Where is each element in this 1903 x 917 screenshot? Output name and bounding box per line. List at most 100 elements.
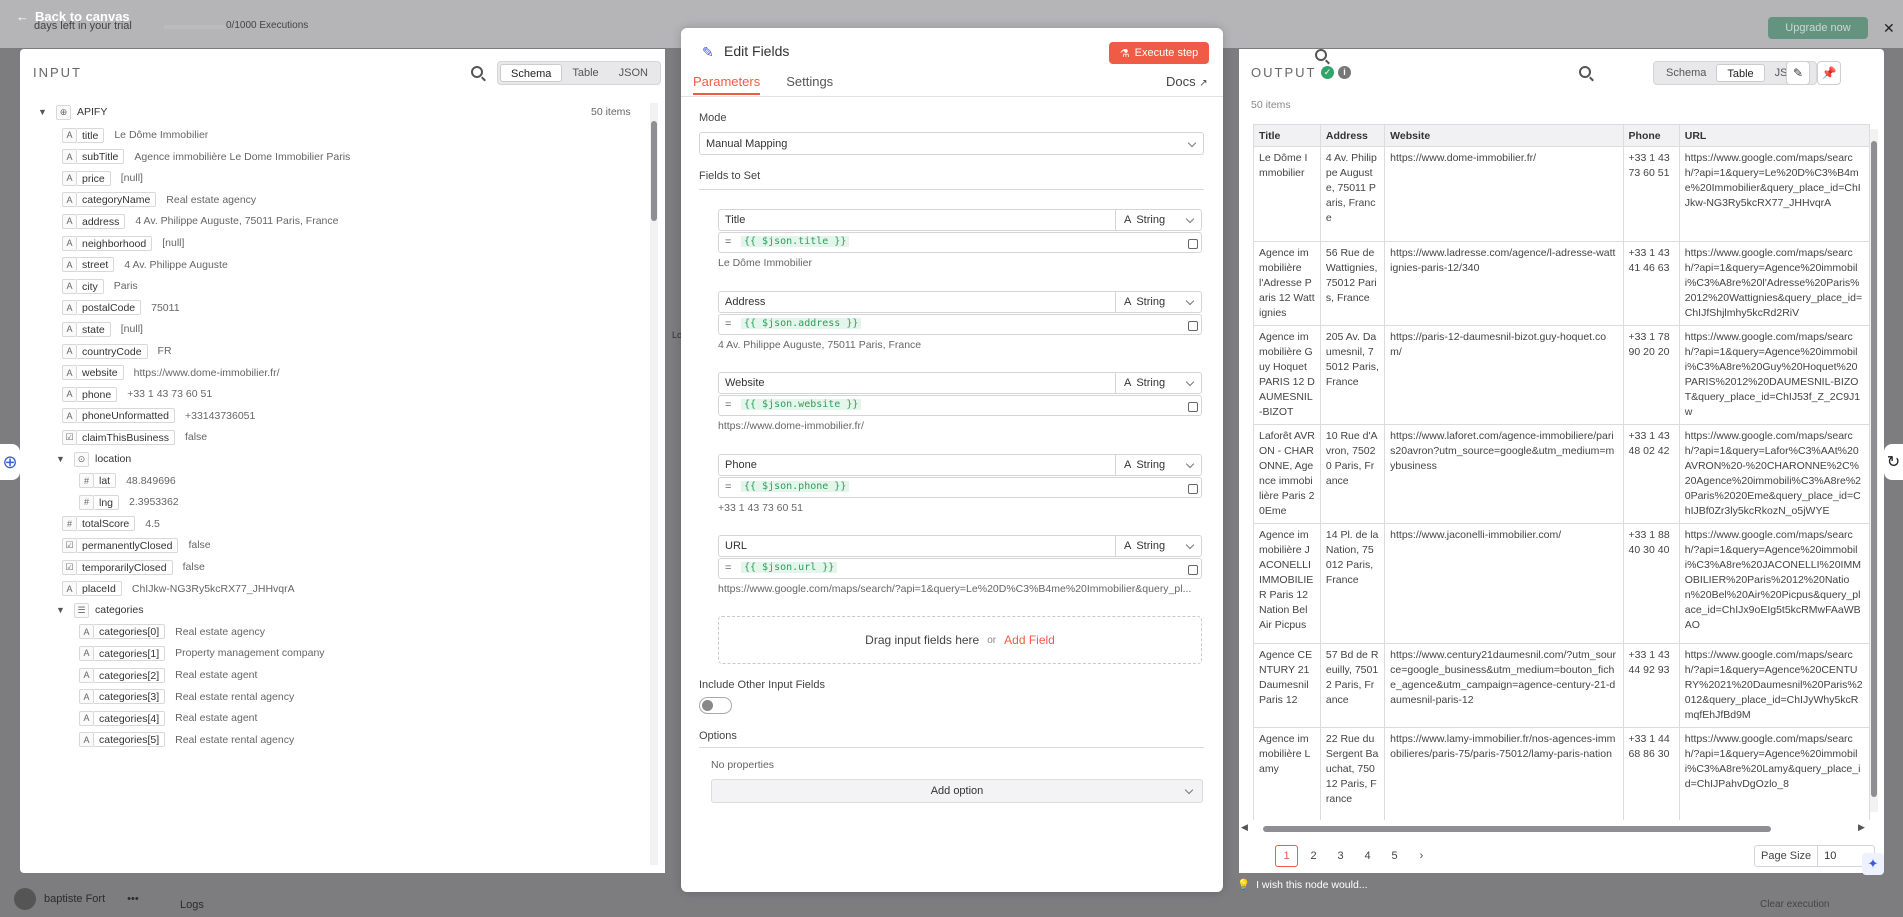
tree-row[interactable]: ☑ permanentlyClosed false (62, 536, 211, 554)
table-cell[interactable]: 14 Pl. de la Nation, 75012 Paris, France (1319, 523, 1386, 644)
table-cell[interactable]: https://www.google.com/maps/search/?api=… (1678, 523, 1870, 644)
table-cell[interactable]: https://www.google.com/maps/search/?api=… (1678, 241, 1870, 326)
field-key[interactable]: categories[3] (94, 689, 166, 705)
expand-icon[interactable] (1188, 565, 1198, 575)
field-key[interactable]: phone (77, 386, 118, 402)
tree-row[interactable]: AcountryCode FR (62, 342, 172, 360)
field-key[interactable]: price (77, 170, 111, 186)
tree-row[interactable]: ApostalCode 75011 (62, 299, 180, 317)
docs-link[interactable]: Docs ↗ (1166, 74, 1208, 89)
tree-root[interactable]: ▼ ⊕ APIFY (38, 103, 107, 121)
output-tab-schema[interactable]: Schema (1656, 64, 1716, 82)
tree-row[interactable]: Aprice [null] (62, 169, 143, 187)
tree-group[interactable]: ▼ ⊙ location (56, 450, 136, 468)
tab-settings[interactable]: Settings (786, 74, 833, 95)
tree-row[interactable]: # totalScore 4.5 (62, 515, 160, 533)
table-cell[interactable]: Agence immobilière Guy Hoquet PARIS 12 D… (1253, 325, 1321, 425)
scrollbar-thumb[interactable] (1871, 141, 1877, 797)
tree-row[interactable]: Acategories[2] Real estate agent (79, 666, 257, 684)
field-name-input[interactable]: Address (718, 290, 1116, 313)
field-key[interactable]: categories[4] (94, 710, 166, 726)
page-button[interactable]: 1 (1275, 845, 1298, 867)
tree-row[interactable]: # lng 2.3953362 (79, 493, 179, 511)
tree-row[interactable]: Acategories[1] Property management compan… (79, 644, 325, 662)
column-header[interactable]: Website (1384, 124, 1624, 147)
table-cell[interactable]: 4 Av. Philippe Auguste, 75011 Paris, Fra… (1319, 146, 1386, 242)
expand-icon[interactable] (1188, 402, 1198, 412)
field-expression-input[interactable]: = {{ $json.title }} (718, 232, 1202, 253)
tree-row[interactable]: Aphone +33 1 43 73 60 51 (62, 385, 212, 403)
tree-row[interactable]: Acategories[3] Real estate rental agency (79, 688, 294, 706)
table-cell[interactable]: https://www.ladresse.com/agence/l-adress… (1384, 241, 1624, 326)
column-header[interactable]: Title (1253, 124, 1321, 147)
logs-label[interactable]: Logs (180, 899, 204, 911)
table-cell[interactable]: 56 Rue de Wattignies, 75012 Paris, Franc… (1319, 241, 1386, 326)
column-header[interactable]: URL (1678, 124, 1870, 147)
field-key[interactable]: neighborhood (77, 235, 153, 251)
table-cell[interactable]: 10 Rue d'Avron, 75020 Paris, France (1319, 424, 1386, 524)
table-cell[interactable]: Agence CENTURY 21 Daumesnil Paris 12 (1253, 643, 1321, 728)
field-key[interactable]: categories[0] (94, 624, 166, 640)
tree-row[interactable]: Awebsite https://www.dome-immobilier.fr/ (62, 364, 279, 382)
field-key[interactable]: city (77, 278, 104, 294)
table-cell[interactable]: +33 1 43 41 46 63 (1622, 241, 1680, 326)
search-icon[interactable] (471, 66, 483, 78)
scrollbar-thumb[interactable] (651, 121, 657, 221)
expand-icon[interactable] (1188, 483, 1198, 494)
table-cell[interactable]: https://paris-12-daumesnil-bizot.guy-hoq… (1384, 325, 1624, 425)
input-scrollbar[interactable] (650, 103, 658, 865)
field-name-input[interactable]: Website (718, 372, 1116, 394)
input-tab-table[interactable]: Table (562, 64, 608, 82)
drop-zone[interactable]: Drag input fields here or Add Field (718, 616, 1202, 664)
back-to-canvas-button[interactable]: ← Back to canvas (16, 9, 130, 24)
table-cell[interactable]: https://www.century21daumesnil.com/?utm_… (1384, 643, 1624, 728)
field-key[interactable]: temporarilyClosed (77, 559, 173, 575)
pin-data-button[interactable]: 📌 (1817, 61, 1841, 85)
user-menu[interactable]: baptiste Fort ••• (0, 880, 200, 917)
output-scrollbar-h[interactable] (1253, 825, 1857, 833)
page-button[interactable]: 3 (1329, 845, 1352, 867)
scrollbar-thumb[interactable] (1263, 826, 1771, 832)
field-key[interactable]: location (95, 452, 136, 467)
table-cell[interactable]: https://www.google.com/maps/search/?api=… (1678, 424, 1870, 524)
table-cell[interactable]: Agence immobilière JACONELLI IMMOBILIER … (1253, 523, 1321, 644)
field-key[interactable]: placeId (77, 581, 122, 597)
tree-row[interactable]: AphoneUnformatted +33143736051 (62, 407, 255, 425)
field-type-select[interactable]: A String (1115, 535, 1202, 557)
tree-row[interactable]: ☑ claimThisBusiness false (62, 428, 207, 446)
mode-select[interactable]: Manual Mapping (699, 132, 1204, 155)
output-tab-table[interactable]: Table (1716, 64, 1765, 82)
table-cell[interactable]: Agence immobilière Lamy (1253, 727, 1321, 820)
tree-row[interactable]: Aneighborhood [null] (62, 234, 184, 252)
input-tab-schema[interactable]: Schema (500, 64, 563, 82)
field-key[interactable]: categories[2] (94, 667, 166, 683)
table-cell[interactable]: 22 Rue du Sergent Bauchat, 75012 Paris, … (1319, 727, 1386, 820)
field-key[interactable]: lat (94, 473, 117, 489)
field-key[interactable]: street (77, 257, 115, 273)
table-cell[interactable]: https://www.dome-immobilier.fr/ (1384, 146, 1624, 242)
tree-group[interactable]: ▼ ☰ categories (56, 601, 148, 619)
more-icon[interactable]: ••• (127, 893, 139, 905)
tree-row[interactable]: Acategories[0] Real estate agency (79, 623, 265, 641)
add-field-button[interactable]: Add Field (1004, 633, 1055, 647)
field-key[interactable]: categories (95, 603, 148, 618)
scroll-left-icon[interactable]: ◀ (1241, 822, 1248, 833)
field-expression-input[interactable]: = {{ $json.website }} (718, 395, 1202, 416)
field-key[interactable]: postalCode (77, 300, 142, 316)
table-cell[interactable]: https://www.lamy-immobilier.fr/nos-agenc… (1384, 727, 1624, 820)
table-cell[interactable]: 57 Bd de Reuilly, 75012 Paris, France (1319, 643, 1386, 728)
field-type-select[interactable]: A String (1115, 290, 1202, 313)
execute-step-button[interactable]: ⚗ Execute step (1109, 42, 1209, 64)
tree-row[interactable]: Astreet 4 Av. Philippe Auguste (62, 256, 228, 274)
tab-parameters[interactable]: Parameters (693, 74, 761, 95)
table-cell[interactable]: +33 1 78 90 20 20 (1622, 325, 1680, 425)
field-type-select[interactable]: A String (1115, 372, 1202, 394)
table-cell[interactable]: +33 1 43 48 02 42 (1622, 424, 1680, 524)
field-key[interactable]: lng (94, 494, 120, 510)
tree-row[interactable]: AsubTitle Agence immobilière Le Dome Immo… (62, 148, 350, 166)
field-type-select[interactable]: A String (1115, 453, 1202, 476)
field-name-input[interactable]: Title (718, 209, 1116, 231)
tree-row[interactable]: Atitle Le Dôme Immobilier (62, 126, 208, 144)
tree-row[interactable]: Acategories[4] Real estate agent (79, 709, 257, 727)
field-key[interactable]: claimThisBusiness (77, 429, 175, 445)
